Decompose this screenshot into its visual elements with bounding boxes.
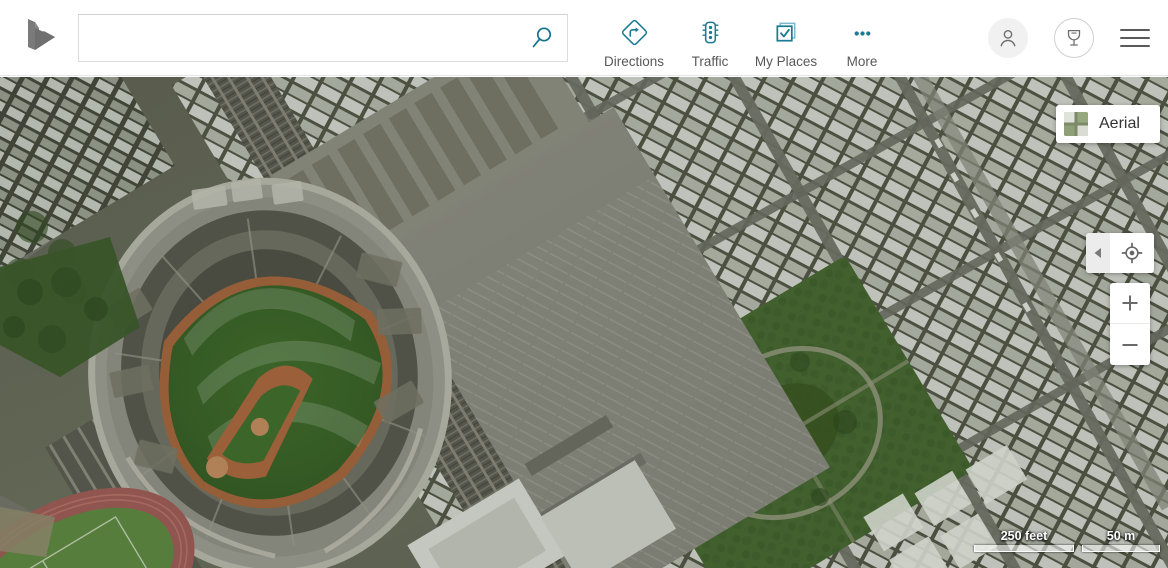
map-viewport[interactable]: Aerial 250 feet 50 m <box>0 77 1168 568</box>
rewards-medal-icon[interactable] <box>1054 17 1094 58</box>
map-scale-bars: 250 feet 50 m <box>974 529 1160 552</box>
my-places-checkbox-icon <box>773 19 800 47</box>
scale-line-metric <box>1082 545 1160 552</box>
basemap-label: Aerial <box>1099 115 1140 132</box>
nav-label-my-places: My Places <box>754 53 818 69</box>
bing-maps-app: Directions Traffic My Places More Aerial… <box>0 0 1168 568</box>
nav-item-my-places[interactable]: My Places <box>748 13 824 69</box>
locate-crosshair-icon[interactable] <box>1110 233 1154 273</box>
app-header: Directions Traffic My Places More <box>0 0 1168 76</box>
more-ellipsis-icon <box>849 19 876 47</box>
nav-label-more: More <box>846 53 878 69</box>
avatar-glyph <box>1000 29 1016 46</box>
nav-label-traffic: Traffic <box>691 53 729 69</box>
traffic-light-icon <box>697 19 724 47</box>
nav-item-directions[interactable]: Directions <box>596 13 672 69</box>
scale-bar-metric: 50 m <box>1082 529 1160 552</box>
minus-icon <box>1122 343 1138 346</box>
nav-label-directions: Directions <box>603 53 665 69</box>
aerial-thumbnail-icon <box>1064 112 1088 136</box>
hamburger-line <box>1120 36 1150 39</box>
scale-label-metric: 50 m <box>1106 529 1136 543</box>
hamburger-menu-icon[interactable] <box>1120 24 1150 52</box>
zoom-out-button[interactable] <box>1110 324 1150 365</box>
zoom-controls <box>1110 283 1150 365</box>
search-button[interactable] <box>522 20 562 56</box>
bing-logo-icon[interactable] <box>20 16 64 60</box>
basemap-aerial-button[interactable]: Aerial <box>1056 105 1160 143</box>
scale-bar-imperial: 250 feet <box>974 529 1074 552</box>
search-icon <box>532 26 552 47</box>
primary-nav: Directions Traffic My Places More <box>596 5 900 71</box>
nav-item-more[interactable]: More <box>824 13 900 69</box>
nav-item-traffic[interactable]: Traffic <box>672 13 748 69</box>
header-right-actions <box>988 17 1168 58</box>
aerial-imagery <box>0 77 1168 568</box>
bing-logo-glyph <box>28 18 55 50</box>
plus-icon <box>1122 295 1138 311</box>
medal-glyph <box>1067 29 1081 46</box>
directions-icon <box>621 19 648 47</box>
scale-label-imperial: 250 feet <box>1000 529 1048 543</box>
locate-glyph <box>1121 242 1143 264</box>
person-avatar-icon[interactable] <box>988 17 1028 58</box>
chevron-left-icon[interactable] <box>1086 233 1110 273</box>
chevron-left-glyph <box>1094 248 1101 258</box>
hamburger-line <box>1120 44 1150 47</box>
scale-line-imperial <box>974 545 1074 552</box>
map-locate-controls <box>1086 233 1154 273</box>
zoom-in-button[interactable] <box>1110 283 1150 324</box>
search-container <box>78 13 568 62</box>
search-input[interactable] <box>78 13 568 62</box>
hamburger-line <box>1120 28 1150 31</box>
